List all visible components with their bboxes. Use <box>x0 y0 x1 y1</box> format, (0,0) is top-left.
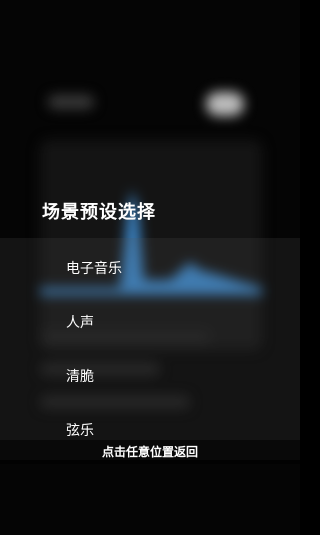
overlay-title: 场景预设选择 <box>42 202 156 223</box>
return-hint[interactable]: 点击任意位置返回 <box>0 443 300 460</box>
preset-option-crisp[interactable]: 清脆 <box>66 366 94 386</box>
blurred-header-label <box>48 95 94 109</box>
blurred-toggle <box>206 92 244 116</box>
preset-options-panel <box>0 238 300 460</box>
preset-option-vocal[interactable]: 人声 <box>66 312 94 332</box>
screen[interactable]: 场景预设选择 电子音乐 人声 清脆 弦乐 点击任意位置返回 <box>0 0 300 535</box>
preset-option-strings[interactable]: 弦乐 <box>66 420 94 440</box>
preset-option-electronic[interactable]: 电子音乐 <box>66 258 122 278</box>
